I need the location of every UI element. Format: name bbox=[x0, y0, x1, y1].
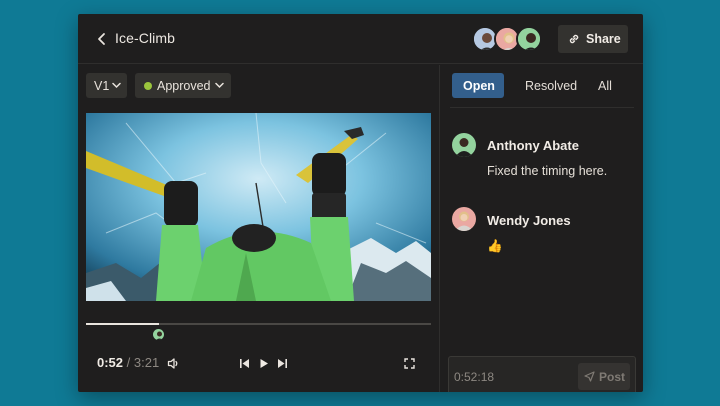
current-time: 0:52 bbox=[97, 355, 124, 370]
back-arrow-icon[interactable] bbox=[95, 29, 109, 49]
link-icon bbox=[569, 34, 579, 44]
previous-frame-icon[interactable] bbox=[239, 358, 250, 369]
fullscreen-icon[interactable] bbox=[404, 358, 415, 369]
tab-open-label: Open bbox=[463, 79, 495, 93]
next-frame-icon[interactable] bbox=[277, 358, 288, 369]
comment-marker-avatar[interactable] bbox=[152, 328, 165, 341]
status-select[interactable]: Approved bbox=[135, 73, 231, 98]
share-label: Share bbox=[586, 32, 621, 46]
volume-icon[interactable] bbox=[167, 357, 180, 370]
timeline-progress bbox=[86, 323, 159, 325]
chevron-down-icon bbox=[112, 82, 121, 89]
tabs-divider bbox=[450, 107, 634, 108]
comment-avatar bbox=[452, 133, 476, 157]
header: Ice-Climb Share bbox=[78, 14, 643, 64]
post-button[interactable]: Post bbox=[578, 363, 630, 390]
project-title: Ice-Climb bbox=[115, 30, 176, 46]
chevron-down-icon bbox=[215, 82, 224, 89]
duration: 3:21 bbox=[133, 355, 160, 370]
tab-all-label: All bbox=[598, 79, 612, 93]
timeline-track[interactable] bbox=[86, 323, 431, 325]
time-separator: / bbox=[126, 355, 131, 370]
comment-composer[interactable]: 0:52:18 Post bbox=[448, 356, 636, 392]
avatar[interactable] bbox=[516, 26, 542, 52]
tab-resolved[interactable]: Resolved bbox=[518, 73, 582, 98]
send-icon bbox=[584, 371, 595, 382]
comment-text: 👍 bbox=[487, 239, 503, 253]
composer-timestamp: 0:52:18 bbox=[454, 370, 495, 384]
status-dot bbox=[144, 82, 152, 90]
video-frame[interactable] bbox=[86, 113, 431, 301]
app-window: Ice-Climb Share V1 Approved 0:52 / 3:21 … bbox=[78, 14, 643, 392]
playback-time: 0:52 / 3:21 bbox=[97, 355, 159, 370]
version-select[interactable]: V1 bbox=[86, 73, 127, 98]
play-icon[interactable] bbox=[259, 358, 269, 369]
comment-avatar bbox=[452, 207, 476, 231]
tab-open[interactable]: Open bbox=[452, 73, 504, 98]
comment-author: Wendy Jones bbox=[487, 213, 571, 228]
comments-panel: Open Resolved All Anthony Abate Fixed th… bbox=[439, 65, 643, 392]
version-label: V1 bbox=[94, 79, 110, 93]
tab-resolved-label: Resolved bbox=[525, 79, 578, 93]
status-label: Approved bbox=[157, 79, 211, 93]
share-button[interactable]: Share bbox=[558, 25, 628, 53]
comment-text: Fixed the timing here. bbox=[487, 164, 608, 178]
post-label: Post bbox=[599, 370, 626, 384]
comment-author: Anthony Abate bbox=[487, 138, 579, 153]
tab-all[interactable]: All bbox=[592, 73, 620, 98]
video-player-panel: V1 Approved 0:52 / 3:21 bbox=[78, 65, 438, 392]
